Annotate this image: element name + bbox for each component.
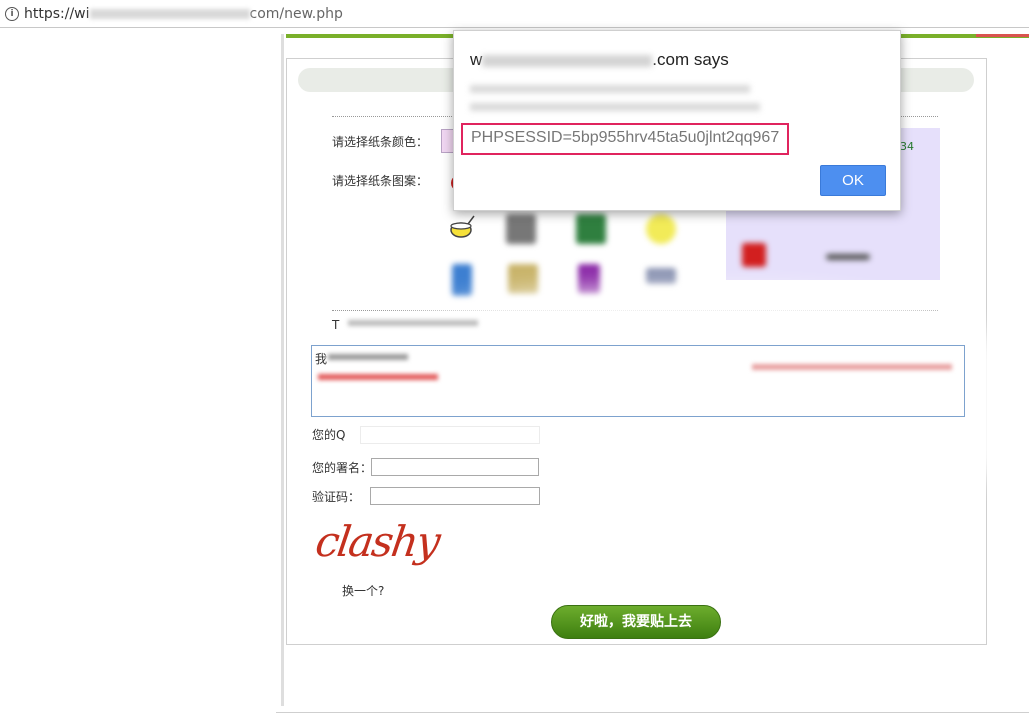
captcha-image: clashy: [312, 517, 442, 566]
url-path: com/new.php: [249, 6, 343, 22]
box-icon[interactable]: [576, 214, 606, 244]
color-label: 请选择纸条颜色：: [332, 135, 429, 149]
header-red-band: [976, 34, 1029, 37]
note-content-textarea[interactable]: 我: [311, 345, 965, 417]
qq-input[interactable]: [360, 426, 540, 444]
address-bar[interactable]: i https://wi com/new.php: [0, 0, 1029, 28]
signature-label: 您的署名：: [312, 461, 373, 475]
bowl-icon[interactable]: [449, 214, 475, 240]
dialog-title: w .com says: [470, 50, 729, 70]
blurred-content-red: [318, 374, 438, 380]
captcha-label: 验证码：: [312, 490, 361, 504]
row-label-t: T: [332, 318, 340, 332]
bottle-icon[interactable]: [452, 264, 472, 296]
pattern-label: 请选择纸条图案：: [332, 174, 429, 188]
captcha-input[interactable]: [370, 487, 540, 505]
content-prefix: 我: [315, 352, 328, 366]
url-prefix: https://wi: [24, 6, 90, 22]
dark-line-icon: [826, 254, 870, 260]
blurred-text: [348, 320, 478, 326]
dialog-title-redacted: [482, 54, 653, 67]
submit-button[interactable]: 好啦，我要贴上去: [551, 605, 721, 639]
info-icon[interactable]: i: [5, 7, 19, 21]
alert-dialog: w .com says PHPSESSID=5bp955hrv45ta5u0jln…: [453, 30, 901, 211]
star-icon[interactable]: [646, 214, 676, 244]
dialog-message: PHPSESSID=5bp955hrv45ta5u0jlnt2qq967: [461, 123, 790, 155]
ok-button[interactable]: OK: [820, 165, 886, 196]
dialog-blurred-line-1: [470, 85, 750, 93]
url-text[interactable]: https://wi com/new.php: [24, 6, 343, 22]
bag-icon[interactable]: [506, 214, 536, 244]
cloud-icon[interactable]: [646, 268, 676, 284]
dialog-title-suffix: .com says: [652, 50, 729, 69]
basket-icon[interactable]: [508, 264, 538, 294]
red-square-icon: [742, 243, 766, 267]
page-bottom-rule: [276, 712, 1029, 713]
blurred-content-red-2: [752, 364, 952, 370]
captcha-refresh-link[interactable]: 换一个?: [342, 582, 384, 599]
signature-input[interactable]: [371, 458, 539, 476]
dialog-blurred-line-2: [470, 103, 760, 111]
dialog-title-prefix: w: [470, 50, 483, 69]
url-redacted: [89, 9, 250, 19]
color-count: 34: [900, 140, 914, 153]
page-left-rule: [281, 34, 284, 706]
blurred-content-line: [328, 354, 408, 360]
qq-label: 您的Q: [312, 428, 346, 442]
